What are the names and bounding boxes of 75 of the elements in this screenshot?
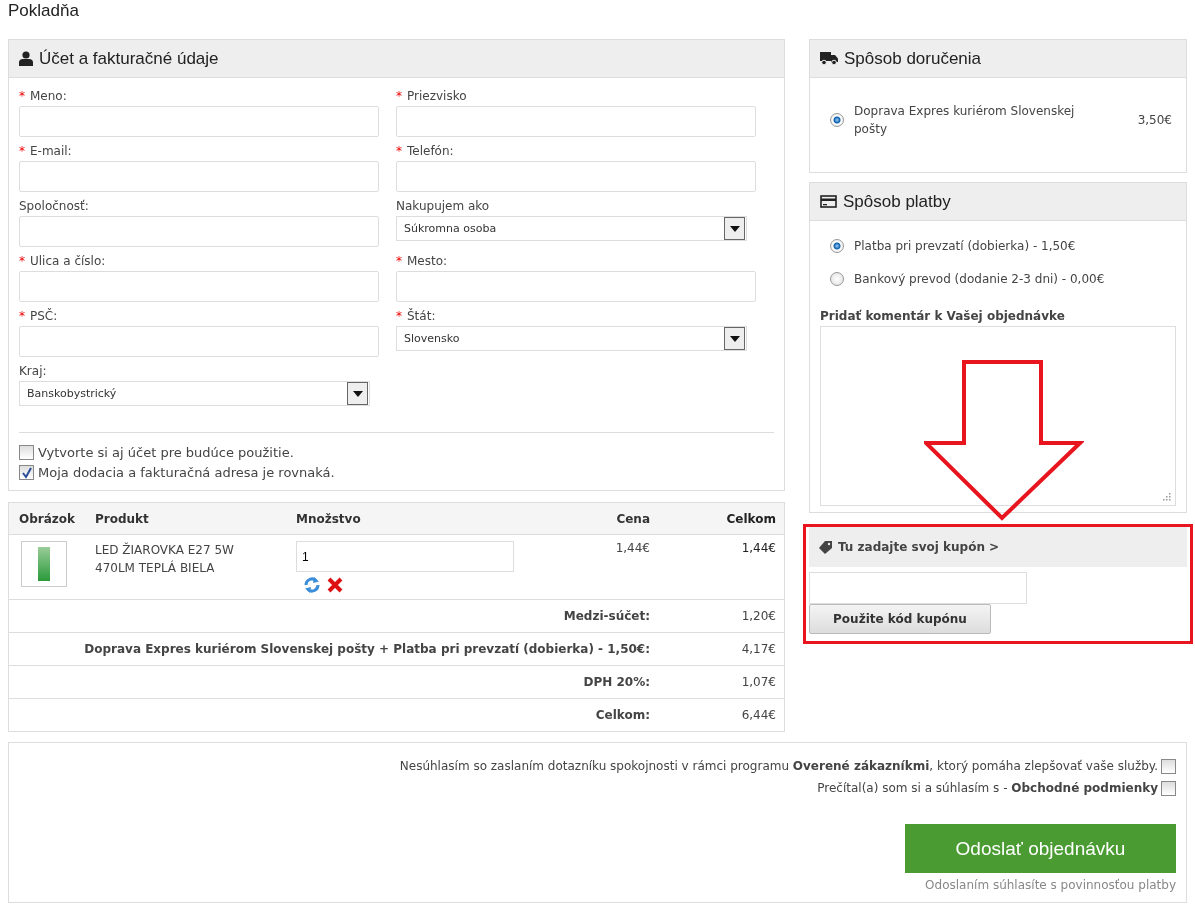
checkbox[interactable] [19,465,34,480]
apply-coupon-button[interactable]: Použite kód kupónu [809,604,991,634]
checkbox[interactable] [1161,758,1176,774]
input-field[interactable] [396,271,756,302]
submit-note: Odoslaním súhlasíte s povinnosťou platby [925,878,1176,892]
field-label: Spoločnosť: [19,198,90,215]
checkbox-label: Vytvorte si aj účet pre budúce použitie. [38,445,294,460]
column-header: Obrázok [8,502,87,535]
caret-icon [724,327,745,350]
select-field[interactable]: Slovensko [396,326,747,351]
comment-label: Pridať komentár k Vašej objednávke [820,309,1066,323]
option-price: 3,50€ [1137,113,1172,127]
select-field[interactable]: Súkromna osoba [396,216,747,241]
agreement-text: Prečítal(a) som si a súhlasím s - Obchodné podmienky [817,781,1158,795]
caret-icon [347,382,368,405]
checkbox[interactable] [19,445,34,460]
select-field[interactable]: Banskobystrický [19,381,370,406]
checkbox-label: Moja dodacia a fakturačná adresa je rovnaká. [38,465,335,480]
coupon-field[interactable] [809,572,1027,604]
radio-button[interactable] [830,271,844,286]
column-header: Produkt [87,502,288,535]
checkbox[interactable] [1161,780,1176,796]
refresh-icon[interactable] [303,577,321,593]
comment-field[interactable] [820,326,1176,506]
total-cell: 1,44€ [741,541,776,555]
tag-icon [819,540,832,554]
summary-value: 6,44€ [741,708,776,722]
field-label: Nakupujem ako [396,198,491,215]
column-header: Celkom [658,502,785,535]
summary-value: 4,17€ [741,642,776,656]
field-label: * Ulica a číslo: [19,253,107,270]
quantity-field[interactable]: 1 [296,541,514,572]
column-header: Množstvo [288,502,594,535]
field-label: Kraj: [19,363,48,380]
input-field[interactable] [19,271,379,302]
credit-card-icon [820,195,837,208]
option-label: Platba pri prevzatí (dobierka) - 1,50€ [854,238,1076,253]
field-label: * Meno: [19,88,68,105]
input-field[interactable] [19,161,379,192]
summary-value: 1,07€ [741,675,776,689]
product-name: LED ŽIAROVKA E27 5W 470LM TEPLÁ BIELA [95,541,235,577]
field-label: * PSČ: [19,308,59,325]
summary-label: Celkom: [595,708,650,722]
input-field[interactable] [19,216,379,247]
agreement-text: Nesúhlasím so zaslaním dotazníku spokojnosti v rámci programu Overené zákazníkmi, ktorý pomáha zlepšovať vaše služby. [399,759,1158,773]
summary-label: Medzi-súčet: [563,609,650,623]
summary-label: DPH 20%: [583,675,650,689]
field-label: * E-mail: [19,143,73,160]
option-label: Doprava Expres kuriérom Slovenskej pošty [854,103,1076,138]
caret-icon [724,217,745,240]
input-field[interactable] [19,326,379,357]
delete-icon[interactable] [327,577,343,593]
input-field[interactable] [396,106,756,137]
radio-button[interactable] [830,113,844,127]
panel-title: Spôsob doručenia [844,48,982,69]
summary-label: Doprava Expres kuriérom Slovenskej pošty + Platba pri prevzatí (dobierka) - 1,50€: [84,642,650,656]
resize-grip-icon[interactable] [1163,493,1171,501]
column-header: Cena [594,502,658,535]
coupon-link[interactable]: Tu zadajte svoj kupón > [838,540,1000,554]
field-label: * Priezvisko [396,88,468,105]
radio-button[interactable] [830,238,844,253]
summary-value: 1,20€ [741,609,776,623]
option-label: Bankový prevod (dodanie 2-3 dni) - 0,00€ [854,271,1105,286]
truck-icon [820,52,838,65]
field-label: * Mesto: [396,253,449,270]
input-field[interactable] [19,106,379,137]
panel-title: Účet a fakturačné údaje [39,48,219,69]
user-icon [19,51,33,66]
panel-title: Spôsob platby [843,191,951,212]
field-label: * Štát: [396,308,437,325]
page-title: Pokladňa [8,0,80,22]
input-field[interactable] [396,161,756,192]
field-label: * Telefón: [396,143,455,160]
product-thumbnail [21,541,67,587]
price-cell: 1,44€ [615,541,650,555]
